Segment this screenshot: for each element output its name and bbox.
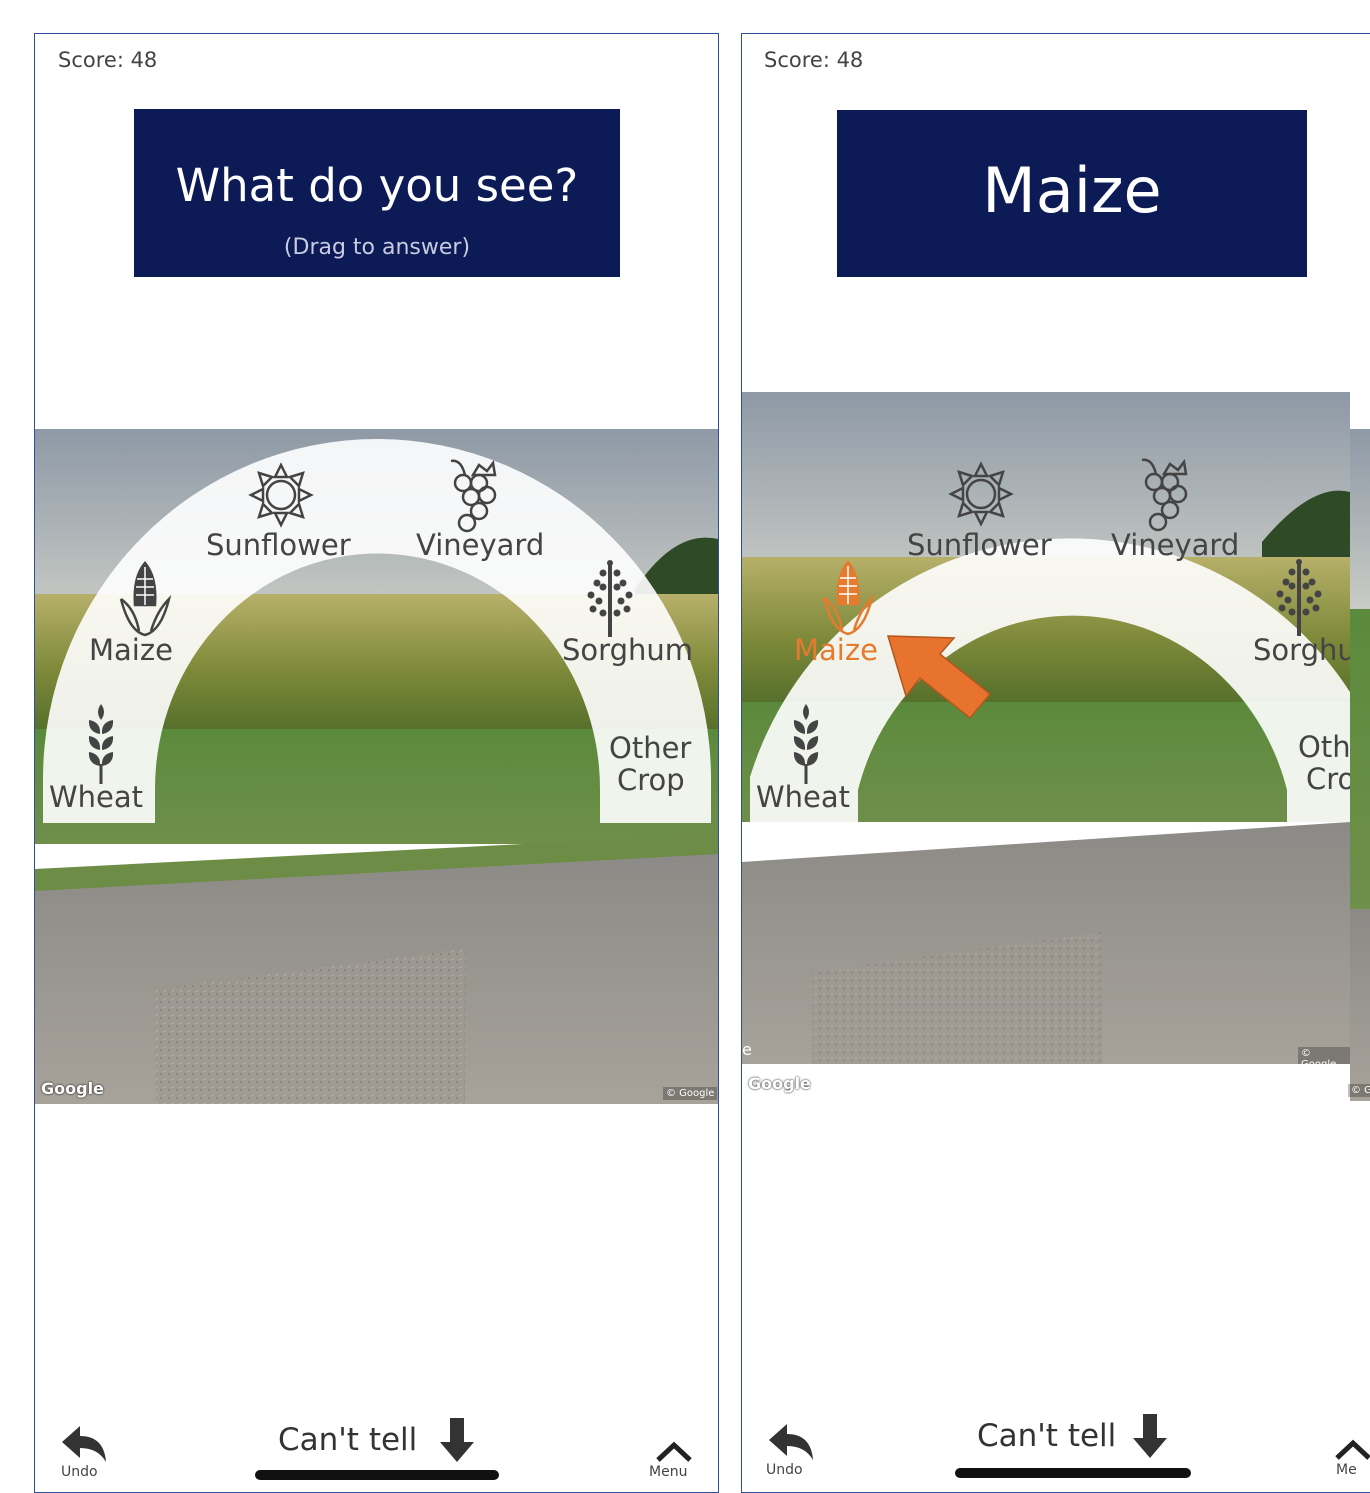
prompt-banner: What do you see? (Drag to answer) <box>134 109 620 277</box>
score-label: Score: 48 <box>58 48 158 72</box>
edge-letter: e <box>742 1040 752 1059</box>
answer-banner: Maize <box>837 110 1307 277</box>
copyright-small: © G <box>1348 1084 1370 1097</box>
prompt-subtitle: (Drag to answer) <box>283 235 471 260</box>
corn-icon-selected <box>822 560 875 636</box>
cant-tell-label[interactable]: Can't tell <box>278 1422 417 1458</box>
arrow-down-icon[interactable] <box>1131 1414 1169 1460</box>
option-sorghum[interactable]: Sorghum <box>1253 636 1350 665</box>
chevron-up-icon[interactable] <box>655 1440 693 1462</box>
sunflower-icon <box>248 462 314 528</box>
option-sorghum[interactable]: Sorghum <box>562 636 693 665</box>
google-watermark: Google <box>748 1074 811 1093</box>
option-other-crop[interactable]: Other Crop <box>609 734 691 795</box>
pointer-arrow-icon <box>886 635 992 720</box>
option-maize-selected[interactable]: Maize <box>794 636 878 665</box>
option-other-line2: Crop <box>617 763 685 797</box>
option-other-line2: Crop <box>1306 762 1350 796</box>
score-label: Score: 48 <box>764 48 864 72</box>
screen-question: Score: 48 What do you see? (Drag to answ… <box>34 33 719 1493</box>
option-other-line1: Othe <box>1298 730 1350 764</box>
undo-label[interactable]: Undo <box>61 1464 98 1480</box>
street-view-photo-dragged[interactable]: Sunflower Vineyard Maize Sorghum Wheat O… <box>742 392 1350 1064</box>
option-wheat[interactable]: Wheat <box>49 783 143 812</box>
next-photo-edge <box>1350 429 1370 1101</box>
copyright-label: © Google <box>663 1087 718 1100</box>
undo-icon[interactable] <box>60 1424 110 1464</box>
sunflower-icon <box>948 461 1014 527</box>
chevron-up-icon[interactable] <box>1334 1438 1370 1460</box>
option-vineyard[interactable]: Vineyard <box>1111 531 1239 560</box>
arrow-down-icon[interactable] <box>438 1418 476 1464</box>
wheat-icon <box>88 704 114 784</box>
sorghum-icon <box>1276 559 1322 636</box>
option-sunflower[interactable]: Sunflower <box>206 531 351 560</box>
option-wheat[interactable]: Wheat <box>756 783 850 812</box>
undo-icon[interactable] <box>767 1422 817 1462</box>
grapes-icon <box>450 459 497 533</box>
option-vineyard[interactable]: Vineyard <box>416 531 544 560</box>
google-watermark: Google <box>41 1079 104 1098</box>
answer-title: Maize <box>982 154 1162 227</box>
option-maize[interactable]: Maize <box>89 636 173 665</box>
menu-label[interactable]: Menu <box>649 1464 687 1480</box>
sorghum-icon <box>587 560 633 637</box>
street-view-photo[interactable]: Sunflower Vineyard Maize Sorghum Wheat O… <box>35 429 718 1104</box>
corn-icon <box>119 561 172 637</box>
prompt-title: What do you see? <box>175 159 579 212</box>
wheat-icon <box>793 704 819 784</box>
copyright-label: © Google <box>1298 1047 1350 1064</box>
option-sunflower[interactable]: Sunflower <box>907 531 1052 560</box>
option-other-crop[interactable]: Othe Crop <box>1298 733 1350 794</box>
home-indicator <box>955 1468 1191 1478</box>
screen-answer: Score: 48 Maize © G Google Sunflower Vin… <box>741 33 1370 1493</box>
home-indicator <box>255 1470 499 1480</box>
cant-tell-label[interactable]: Can't tell <box>977 1418 1116 1454</box>
grapes-icon <box>1141 458 1188 532</box>
option-other-line1: Other <box>609 731 692 765</box>
